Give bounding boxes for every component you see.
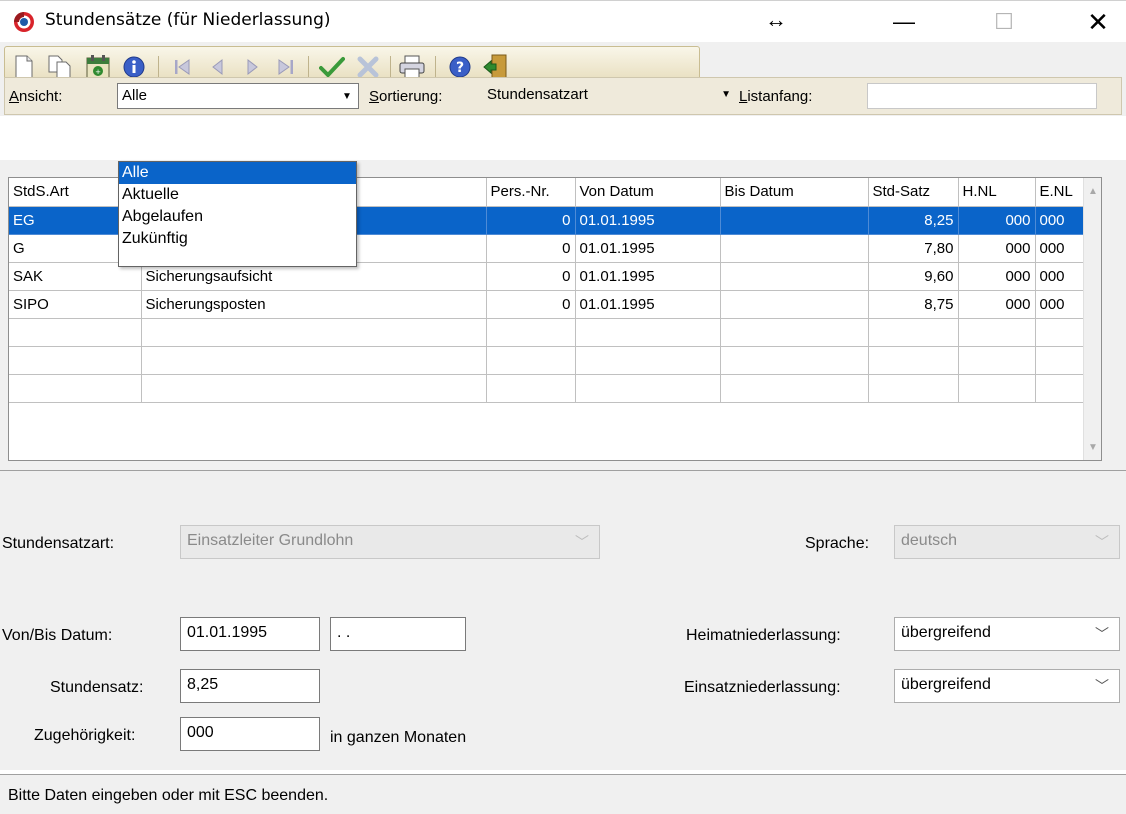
combo-arrow-icon[interactable]: ▼ [721, 89, 731, 100]
column-header[interactable]: Std-Satz [868, 178, 959, 207]
cell-bis-datum [720, 234, 869, 263]
app-logo-icon [14, 12, 34, 32]
cell-enl: 000 [1035, 262, 1086, 291]
column-header[interactable]: Von Datum [575, 178, 721, 207]
sprache-value: deutsch [901, 532, 958, 549]
detail-form: Stundensatzart: Einsatzleiter Grundlohn … [0, 470, 1126, 770]
cell-bezeichnung: Sicherungsposten [141, 290, 487, 319]
table-row[interactable]: SIPO Sicherungsposten 0 01.01.1995 8,75 … [9, 290, 1086, 319]
sprache-label: Sprache: [805, 535, 870, 552]
toolbar-separator [435, 56, 436, 78]
combo-arrow-icon[interactable]: ▼ [336, 84, 358, 108]
zugehoerigkeit-input[interactable]: 000 [180, 717, 320, 751]
window-title: Stundensätze (für Niederlassung) [45, 10, 331, 30]
cell-von-datum: 01.01.1995 [575, 290, 721, 319]
empty-row[interactable] [9, 318, 1086, 347]
stundensatz-label: Stundensatz: [50, 679, 144, 696]
dropdown-option-zukuenftig[interactable]: Zukünftig [119, 228, 356, 250]
dropdown-option-aktuelle[interactable]: Aktuelle [119, 184, 356, 206]
minimize-button[interactable]: — [874, 1, 934, 43]
einsatz-label: Einsatzniederlassung: [684, 679, 841, 696]
cell-std-satz: 8,75 [868, 290, 959, 319]
empty-row[interactable] [9, 346, 1086, 375]
zugehoerigkeit-label: Zugehörigkeit: [34, 727, 136, 744]
cell-bis-datum [720, 206, 869, 235]
toolbar-separator [158, 56, 159, 78]
toolbar-area: + ? Ansicht: Alle ▼ Sortierung: Stundens… [0, 42, 1126, 116]
einsatzniederlassung-select[interactable]: übergreifend ﹀ [894, 669, 1120, 703]
sprache-select: deutsch ﹀ [894, 525, 1120, 559]
cell-enl: 000 [1035, 234, 1086, 263]
dropdown-option-alle[interactable]: Alle [119, 162, 356, 184]
cell-hnl: 000 [958, 262, 1036, 291]
filter-bar: Ansicht: Alle ▼ Sortierung: Stundensatza… [4, 77, 1122, 115]
ansicht-dropdown-list: Alle Aktuelle Abgelaufen Zukünftig [118, 161, 357, 267]
cell-bis-datum [720, 262, 869, 291]
heimat-value: übergreifend [901, 624, 991, 641]
svg-text:+: + [95, 68, 101, 76]
cell-von-datum: 01.01.1995 [575, 206, 721, 235]
ansicht-label: Ansicht: [9, 88, 63, 105]
column-header[interactable]: Bis Datum [720, 178, 869, 207]
scroll-down-icon[interactable]: ▼ [1084, 438, 1101, 456]
einsatz-value: übergreifend [901, 676, 991, 693]
cell-persnr: 0 [486, 206, 576, 235]
sortierung-value: Stundensatzart [487, 86, 588, 103]
cell-enl: 000 [1035, 206, 1086, 235]
title-bar: Stundensätze (für Niederlassung) ↔ — ☐ ✕ [0, 0, 1126, 42]
maximize-button[interactable]: ☐ [974, 1, 1034, 43]
monate-label: in ganzen Monaten [330, 729, 467, 746]
toolbar-separator [390, 56, 391, 78]
cell-hnl: 000 [958, 290, 1036, 319]
cell-persnr: 0 [486, 262, 576, 291]
heimat-label: Heimatniederlassung: [686, 627, 841, 644]
heimatniederlassung-select[interactable]: übergreifend ﹀ [894, 617, 1120, 651]
bis-datum-input[interactable]: . . [330, 617, 466, 651]
empty-row[interactable] [9, 374, 1086, 403]
chevron-down-icon: ﹀ [1095, 534, 1109, 550]
ansicht-value: Alle [122, 87, 148, 104]
cell-std-satz: 9,60 [868, 262, 959, 291]
cell-von-datum: 01.01.1995 [575, 234, 721, 263]
chevron-down-icon: ﹀ [575, 534, 589, 550]
ansicht-combo[interactable]: Alle ▼ [117, 83, 359, 109]
listanfang-label: Listanfang: [739, 88, 813, 105]
column-header[interactable]: H.NL [958, 178, 1036, 207]
cell-persnr: 0 [486, 290, 576, 319]
scroll-up-icon[interactable]: ▲ [1084, 182, 1101, 200]
status-bar: Bitte Daten eingeben oder mit ESC beende… [0, 774, 1126, 814]
stundensatz-input[interactable]: 8,25 [180, 669, 320, 703]
close-button[interactable]: ✕ [1068, 1, 1126, 43]
column-header[interactable]: Pers.-Nr. [486, 178, 576, 207]
cell-enl: 000 [1035, 290, 1086, 319]
resize-arrows-icon: ↔ [765, 7, 787, 32]
cell-stdsart: SIPO [9, 290, 142, 319]
sortierung-combo[interactable]: Stundensatzart ▼ [483, 83, 733, 109]
status-message: Bitte Daten eingeben oder mit ESC beende… [8, 787, 329, 804]
von-datum-input[interactable]: 01.01.1995 [180, 617, 320, 651]
stundensatzart-value: Einsatzleiter Grundlohn [187, 532, 354, 549]
listanfang-input[interactable] [867, 83, 1097, 109]
sortierung-label: Sortierung: [369, 88, 443, 105]
vertical-scrollbar[interactable]: ▲ ▼ [1083, 178, 1101, 460]
chevron-down-icon[interactable]: ﹀ [1095, 676, 1109, 696]
svg-text:?: ? [456, 60, 464, 76]
toolbar-separator [308, 56, 309, 78]
cell-persnr: 0 [486, 234, 576, 263]
cell-std-satz: 8,25 [868, 206, 959, 235]
column-header[interactable]: E.NL [1035, 178, 1086, 207]
chevron-down-icon[interactable]: ﹀ [1095, 624, 1109, 644]
cell-von-datum: 01.01.1995 [575, 262, 721, 291]
dropdown-option-abgelaufen[interactable]: Abgelaufen [119, 206, 356, 228]
cell-std-satz: 7,80 [868, 234, 959, 263]
stundensatzart-select: Einsatzleiter Grundlohn ﹀ [180, 525, 600, 559]
cell-hnl: 000 [958, 206, 1036, 235]
cell-bis-datum [720, 290, 869, 319]
stundensatzart-label: Stundensatzart: [2, 535, 115, 552]
vonbis-label: Von/Bis Datum: [2, 627, 113, 644]
cell-hnl: 000 [958, 234, 1036, 263]
